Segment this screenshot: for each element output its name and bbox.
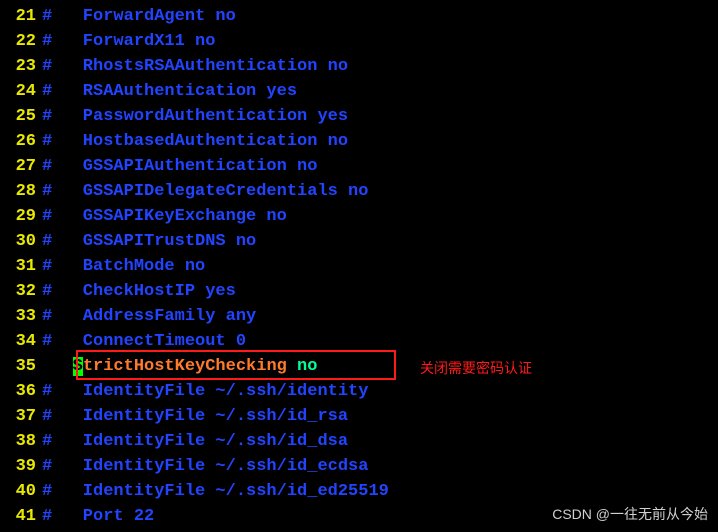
- line-number: 31: [0, 254, 42, 279]
- code-line[interactable]: 34# ConnectTimeout 0: [0, 329, 718, 354]
- code-line[interactable]: 31# BatchMode no: [0, 254, 718, 279]
- line-text: # GSSAPITrustDNS no: [42, 229, 256, 254]
- code-line[interactable]: 35 StrictHostKeyChecking no: [0, 354, 718, 379]
- code-line[interactable]: 24# RSAAuthentication yes: [0, 79, 718, 104]
- code-line[interactable]: 28# GSSAPIDelegateCredentials no: [0, 179, 718, 204]
- line-text: # BatchMode no: [42, 254, 205, 279]
- line-text: # HostbasedAuthentication no: [42, 129, 348, 154]
- code-line[interactable]: 38# IdentityFile ~/.ssh/id_dsa: [0, 429, 718, 454]
- line-number: 26: [0, 129, 42, 154]
- line-number: 32: [0, 279, 42, 304]
- line-number: 36: [0, 379, 42, 404]
- line-number: 41: [0, 504, 42, 529]
- annotation-text: 关闭需要密码认证: [420, 358, 532, 378]
- line-number: 30: [0, 229, 42, 254]
- line-number: 37: [0, 404, 42, 429]
- code-line[interactable]: 22# ForwardX11 no: [0, 29, 718, 54]
- line-text: # GSSAPIAuthentication no: [42, 154, 317, 179]
- cursor: S: [73, 357, 83, 376]
- code-editor[interactable]: 21# ForwardAgent no22# ForwardX11 no23# …: [0, 0, 718, 529]
- line-text: # AddressFamily any: [42, 304, 256, 329]
- line-number: 22: [0, 29, 42, 54]
- watermark: CSDN @一往无前从今始: [552, 504, 708, 524]
- line-text: # GSSAPIKeyExchange no: [42, 204, 287, 229]
- line-text: # PasswordAuthentication yes: [42, 104, 348, 129]
- code-line[interactable]: 25# PasswordAuthentication yes: [0, 104, 718, 129]
- line-number: 23: [0, 54, 42, 79]
- code-line[interactable]: 23# RhostsRSAAuthentication no: [0, 54, 718, 79]
- line-number: 29: [0, 204, 42, 229]
- line-text: StrictHostKeyChecking no: [42, 354, 317, 379]
- line-text: # Port 22: [42, 504, 154, 529]
- line-number: 28: [0, 179, 42, 204]
- line-text: # IdentityFile ~/.ssh/id_rsa: [42, 404, 348, 429]
- line-number: 25: [0, 104, 42, 129]
- line-number: 34: [0, 329, 42, 354]
- code-line[interactable]: 29# GSSAPIKeyExchange no: [0, 204, 718, 229]
- line-number: 40: [0, 479, 42, 504]
- code-line[interactable]: 37# IdentityFile ~/.ssh/id_rsa: [0, 404, 718, 429]
- line-number: 24: [0, 79, 42, 104]
- code-line[interactable]: 32# CheckHostIP yes: [0, 279, 718, 304]
- line-text: # GSSAPIDelegateCredentials no: [42, 179, 368, 204]
- line-text: # ForwardAgent no: [42, 4, 236, 29]
- line-number: 38: [0, 429, 42, 454]
- line-text: # IdentityFile ~/.ssh/id_ed25519: [42, 479, 389, 504]
- line-text: # IdentityFile ~/.ssh/id_ecdsa: [42, 454, 368, 479]
- line-number: 39: [0, 454, 42, 479]
- line-number: 33: [0, 304, 42, 329]
- line-text: # ConnectTimeout 0: [42, 329, 246, 354]
- code-line[interactable]: 30# GSSAPITrustDNS no: [0, 229, 718, 254]
- code-line[interactable]: 27# GSSAPIAuthentication no: [0, 154, 718, 179]
- line-number: 35: [0, 354, 42, 379]
- line-number: 21: [0, 4, 42, 29]
- code-line[interactable]: 21# ForwardAgent no: [0, 4, 718, 29]
- line-text: # RSAAuthentication yes: [42, 79, 297, 104]
- code-line[interactable]: 39# IdentityFile ~/.ssh/id_ecdsa: [0, 454, 718, 479]
- line-text: # IdentityFile ~/.ssh/id_dsa: [42, 429, 348, 454]
- line-number: 27: [0, 154, 42, 179]
- line-text: # CheckHostIP yes: [42, 279, 236, 304]
- line-text: # ForwardX11 no: [42, 29, 215, 54]
- line-text: # RhostsRSAAuthentication no: [42, 54, 348, 79]
- code-line[interactable]: 33# AddressFamily any: [0, 304, 718, 329]
- code-line[interactable]: 36# IdentityFile ~/.ssh/identity: [0, 379, 718, 404]
- code-line[interactable]: 40# IdentityFile ~/.ssh/id_ed25519: [0, 479, 718, 504]
- code-line[interactable]: 26# HostbasedAuthentication no: [0, 129, 718, 154]
- line-text: # IdentityFile ~/.ssh/identity: [42, 379, 368, 404]
